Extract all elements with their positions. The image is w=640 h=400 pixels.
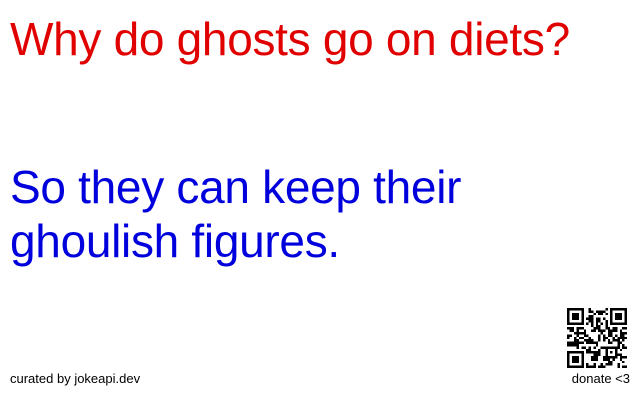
joke-delivery: So they can keep their ghoulish figures. — [10, 161, 462, 267]
credit-text: curated by jokeapi.dev — [10, 371, 141, 386]
donate-link[interactable]: donate <3 — [572, 371, 630, 387]
qr-code-icon — [567, 308, 627, 368]
joke-setup: Why do ghosts go on diets? — [10, 13, 570, 65]
